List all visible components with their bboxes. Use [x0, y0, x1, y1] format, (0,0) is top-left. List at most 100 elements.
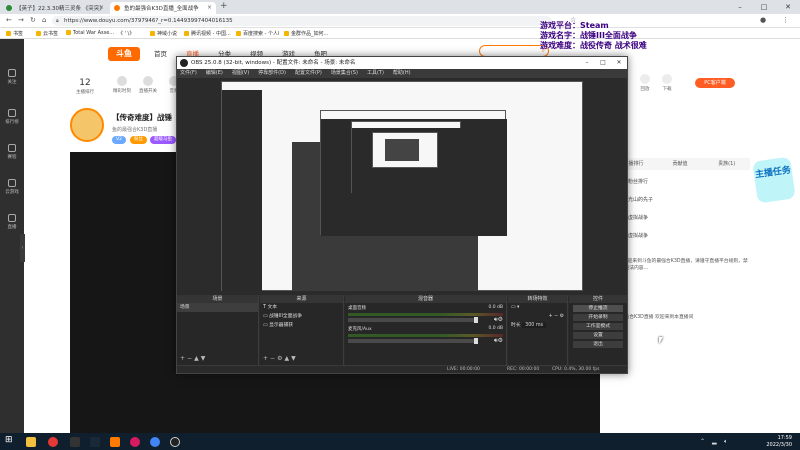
- bookmark-item[interactable]: 腾讯视频 - 中国...: [184, 30, 231, 37]
- stat-highlights[interactable]: 精彩时刻: [110, 76, 134, 94]
- bookmark-item[interactable]: 百度搜索 - 个人l: [236, 30, 279, 37]
- left-nav-live[interactable]: 直播: [0, 214, 24, 230]
- douyu-logo[interactable]: 斗鱼: [108, 47, 140, 61]
- douyu-app-icon[interactable]: [110, 437, 120, 447]
- reload-icon[interactable]: ↻: [30, 16, 36, 24]
- minimize-icon[interactable]: –: [728, 0, 752, 14]
- duration-input[interactable]: 300 ms: [522, 323, 546, 328]
- tab-noble[interactable]: 贵族(1): [703, 158, 751, 170]
- source-item[interactable]: T 文本: [260, 303, 343, 312]
- transition-select[interactable]: ▭ ▾: [508, 303, 567, 312]
- rank-row[interactable]: 光山的先子: [610, 192, 750, 208]
- url-input[interactable]: 🔒︎ https://www.douyu.com/3797946?_r=0.14…: [52, 16, 552, 26]
- level-badge: V2: [112, 136, 126, 144]
- slider-handle[interactable]: [474, 338, 478, 344]
- left-nav-cloud-game[interactable]: 云游戏: [0, 179, 24, 195]
- cloud-icon: [8, 179, 16, 187]
- volume-slider[interactable]: [348, 338, 478, 344]
- settings-icon[interactable]: ⚙: [560, 314, 564, 319]
- forward-icon[interactable]: →: [18, 16, 24, 24]
- source-item[interactable]: ▭ 战锤III全面战争: [260, 312, 343, 321]
- menu-docks[interactable]: 停靠部件(D): [258, 69, 286, 78]
- back-icon[interactable]: ←: [6, 16, 12, 24]
- menu-edit[interactable]: 编辑(E): [206, 69, 223, 78]
- up-icon[interactable]: ▲: [194, 355, 201, 362]
- menu-tools[interactable]: 工具(T): [367, 69, 384, 78]
- add-icon[interactable]: +: [263, 355, 270, 362]
- slider-handle[interactable]: [474, 317, 478, 323]
- exit-button[interactable]: 退出: [573, 341, 623, 348]
- terminal-icon[interactable]: [70, 437, 80, 447]
- menu-view[interactable]: 视图(V): [232, 69, 249, 78]
- left-nav-schedule[interactable]: 赛程: [0, 144, 24, 160]
- studio-mode-button[interactable]: 工作室模式: [573, 323, 623, 330]
- close-icon[interactable]: ✕: [776, 0, 800, 14]
- down-icon[interactable]: ▼: [201, 355, 208, 362]
- obs-preview[interactable]: [221, 81, 583, 291]
- volume-icon[interactable]: 🔈︎: [724, 438, 728, 446]
- close-tab-icon[interactable]: ×: [207, 4, 212, 11]
- menu-help[interactable]: 帮助(H): [393, 69, 411, 78]
- file-explorer-icon[interactable]: [26, 437, 36, 447]
- left-nav-follow[interactable]: 关注: [0, 69, 24, 85]
- profile-icon[interactable]: ●: [760, 16, 766, 24]
- menu-icon[interactable]: ⋮: [782, 16, 789, 24]
- add-icon[interactable]: +: [180, 355, 187, 362]
- remove-icon[interactable]: −: [187, 355, 194, 362]
- collapse-handle[interactable]: ‹: [20, 234, 25, 262]
- cpu-status: CPU: 0.4%, 30.00 fps: [552, 367, 600, 372]
- bookmark-item[interactable]: 《 ' \》: [118, 30, 134, 37]
- network-icon[interactable]: ⌃: [700, 438, 705, 445]
- left-nav-rank[interactable]: 排行榜: [0, 109, 24, 125]
- bookmark-item[interactable]: 书签: [6, 30, 23, 37]
- app-icon[interactable]: [48, 437, 58, 447]
- bookmark-item[interactable]: 云书签: [36, 30, 58, 37]
- bookmark-item[interactable]: 神域小说: [150, 30, 177, 37]
- volume-slider[interactable]: [348, 317, 478, 323]
- start-recording-button[interactable]: 开始录制: [573, 314, 623, 321]
- bookmark-item[interactable]: 金群作品_如何...: [284, 30, 328, 37]
- tab-contribution[interactable]: 贡献值: [656, 158, 704, 170]
- minimize-icon[interactable]: –: [579, 57, 595, 69]
- menu-profile[interactable]: 配置文件(P): [295, 69, 322, 78]
- home-icon[interactable]: ⌂: [42, 16, 46, 24]
- maximize-icon[interactable]: □: [595, 57, 611, 69]
- app-icon[interactable]: [130, 437, 140, 447]
- steam-icon[interactable]: [90, 437, 100, 447]
- remove-icon[interactable]: −: [270, 355, 277, 362]
- down-icon[interactable]: ▼: [291, 355, 298, 362]
- settings-button[interactable]: 设置: [573, 332, 623, 339]
- source-item[interactable]: ▭ 显示器捕获: [260, 321, 343, 330]
- rank-row[interactable]: 虚拟战争: [610, 210, 750, 226]
- menu-file[interactable]: 文件(F): [180, 69, 197, 78]
- browser-tab-active[interactable]: 鱼的最强合K3D直播_全面战争 ×: [110, 2, 216, 14]
- clock[interactable]: 17:59 2022/3/30: [766, 435, 792, 448]
- menu-scene-collection[interactable]: 场景集合(S): [331, 69, 358, 78]
- avatar[interactable]: [70, 108, 104, 142]
- download-button[interactable]: 下载: [656, 74, 678, 92]
- obs-taskbar-icon[interactable]: [170, 437, 180, 447]
- stat-live-toggle[interactable]: 直播开关: [136, 76, 160, 94]
- left-nav: 关注 排行榜 赛程 云游戏 直播 ‹: [0, 39, 25, 433]
- speaker-icon[interactable]: 🔊︎⚙: [494, 337, 503, 345]
- anchor-task-sticker[interactable]: 主播任务: [752, 156, 796, 204]
- pc-client-button[interactable]: PC客户端: [695, 78, 735, 88]
- windows-start-icon[interactable]: ⊞: [5, 435, 15, 445]
- stop-streaming-button[interactable]: 停止推流: [573, 305, 623, 312]
- close-icon[interactable]: ✕: [611, 57, 627, 69]
- chrome-icon[interactable]: [150, 437, 160, 447]
- dock-title: 场景: [177, 295, 258, 303]
- maximize-icon[interactable]: □: [752, 0, 776, 14]
- rank-row[interactable]: 虚拟战争: [610, 228, 750, 244]
- new-tab-button[interactable]: +: [220, 1, 228, 11]
- scene-item[interactable]: 场景: [177, 303, 258, 312]
- bookmark-item[interactable]: Total War Asse...: [66, 30, 114, 36]
- rank-row[interactable]: 粉丝排行: [610, 174, 750, 190]
- speaker-icon[interactable]: 🔊︎⚙: [494, 316, 503, 324]
- trophy-icon: [8, 109, 16, 117]
- replay-button[interactable]: 回放: [634, 74, 656, 92]
- close-tab-icon[interactable]: ×: [99, 4, 104, 11]
- rank-widget[interactable]: 12 主播排行: [70, 78, 100, 95]
- browser-tab[interactable]: 【英子】22.3.30精三灵条 《突突》 ×: [2, 2, 108, 14]
- wifi-icon[interactable]: ▂: [712, 438, 717, 445]
